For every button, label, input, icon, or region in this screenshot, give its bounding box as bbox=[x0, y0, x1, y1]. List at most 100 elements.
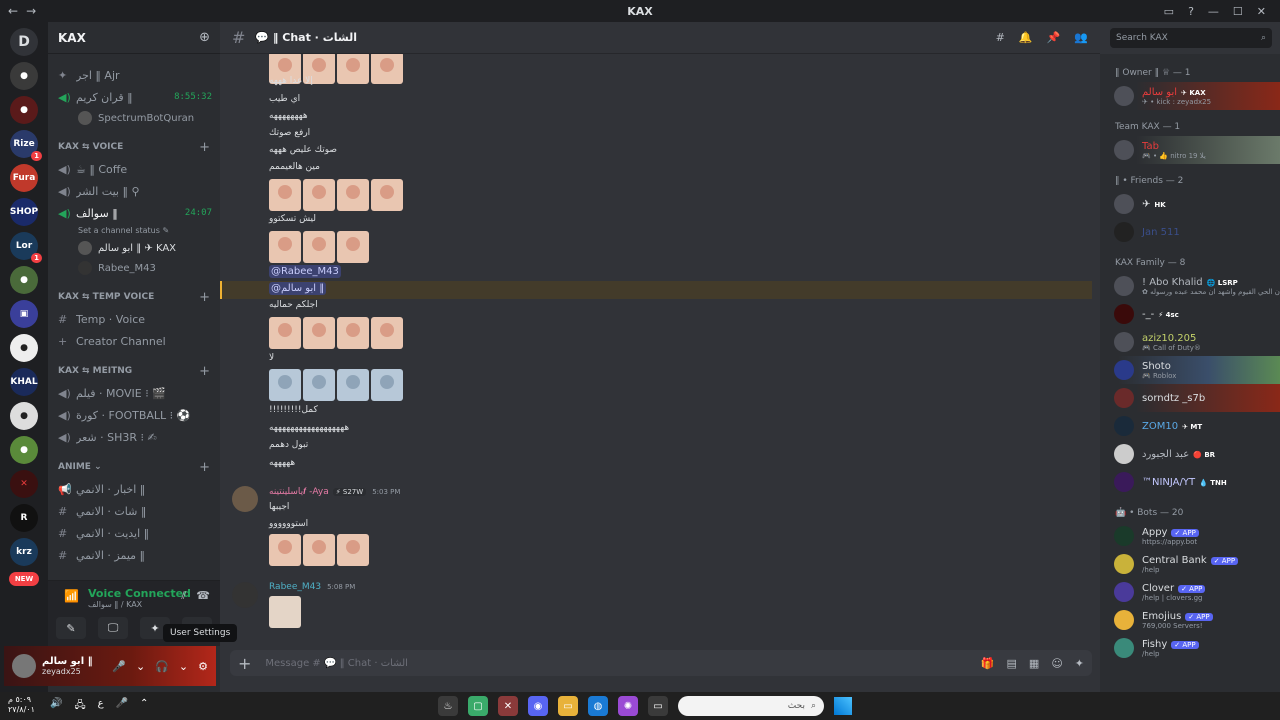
category-meeting[interactable]: KAX ⇆ MEITNG + bbox=[48, 360, 220, 382]
sticker-image[interactable] bbox=[269, 317, 301, 349]
app-icon[interactable]: ▢ bbox=[468, 696, 488, 716]
bot-row[interactable]: Emojius ✓ APP 769,000 Servers! bbox=[1100, 606, 1280, 634]
message-composer[interactable]: + Message # 💬 ‖ Chat · الشات 🎁 ▤ ▦ ☺ ✦ bbox=[230, 650, 1092, 676]
channel-quran[interactable]: ◀) قران كريم ‖ 8:55:32 bbox=[48, 86, 220, 108]
member-row[interactable]: Jan 511 bbox=[1100, 218, 1280, 246]
server-icon[interactable]: ● bbox=[10, 96, 38, 124]
minimize-button[interactable]: — bbox=[1208, 5, 1219, 18]
message-author[interactable]: Rabee_M43 5:08 PM bbox=[269, 582, 355, 592]
signal-icon[interactable]: 📶 bbox=[64, 589, 79, 603]
add-channel-icon[interactable]: + bbox=[199, 140, 210, 155]
avatar[interactable] bbox=[232, 582, 258, 608]
member-row[interactable]: ابو سالم ✈ KAX ✈ • kick : zeyadx25 bbox=[1100, 82, 1280, 110]
member-row[interactable]: Shoto 🎮 Roblox bbox=[1100, 356, 1280, 384]
member-row[interactable]: ZOM10 ✈ MT bbox=[1100, 412, 1280, 440]
channel-anime-news[interactable]: 📢 اخبار · الانمي ‖ bbox=[48, 478, 220, 500]
avatar[interactable] bbox=[232, 486, 258, 512]
bot-row[interactable]: Clover ✓ APP/help | clovers.gg bbox=[1100, 578, 1280, 606]
channel-anime-memes[interactable]: # ميمز · الانمي ‖ bbox=[48, 544, 220, 566]
channel-football[interactable]: ◀) كورة · FOOTBALL ⁝ ⚽ bbox=[48, 404, 220, 426]
steam-icon[interactable]: ♨ bbox=[438, 696, 458, 716]
attach-plus-icon[interactable]: + bbox=[238, 654, 251, 673]
message-input[interactable]: Message # 💬 ‖ Chat · الشات bbox=[265, 658, 408, 669]
sticker-image[interactable] bbox=[303, 179, 335, 211]
apps-icon[interactable]: ✦ bbox=[1075, 657, 1084, 670]
server-icon[interactable]: SHOP bbox=[10, 198, 38, 226]
server-icon[interactable]: Lor 1 bbox=[10, 232, 42, 263]
sticker-image[interactable] bbox=[303, 369, 335, 401]
add-member-icon[interactable]: ⊕ bbox=[199, 30, 210, 45]
server-icon[interactable]: Fura bbox=[10, 164, 38, 192]
sticker-image[interactable] bbox=[337, 317, 369, 349]
channel-anime-edit[interactable]: # ايديت · الانمي ‖ bbox=[48, 522, 220, 544]
message-author[interactable]: ياسلينتينه𝒇 -Aya ⚡ S27W 5:03 PM bbox=[269, 487, 400, 497]
category-temp-voice[interactable]: KAX ⇆ TEMP VOICE + bbox=[48, 286, 220, 308]
sticker-image[interactable] bbox=[337, 231, 369, 263]
sticker-image[interactable] bbox=[371, 179, 403, 211]
sticker-image[interactable] bbox=[337, 534, 369, 566]
screen-share-button[interactable]: 🖵 bbox=[98, 617, 128, 639]
server-icon[interactable]: ● bbox=[10, 334, 38, 362]
guild-header[interactable]: KAX ⊕ bbox=[48, 22, 220, 54]
bot-row[interactable]: Fishy ✓ APP/help bbox=[1100, 634, 1280, 662]
disconnect-icon[interactable]: ☎ bbox=[196, 589, 210, 603]
pin-icon[interactable]: 📌 bbox=[1047, 31, 1061, 44]
server-icon[interactable]: Rize 1 bbox=[10, 130, 42, 161]
voice-user[interactable]: ابو سالم ‖ ✈ KAX bbox=[48, 238, 220, 258]
sticker-image[interactable] bbox=[337, 179, 369, 211]
member-row[interactable]: sorndtz _s7b bbox=[1100, 384, 1280, 412]
server-icon[interactable]: krz bbox=[10, 538, 38, 566]
server-icon[interactable]: ● bbox=[10, 62, 38, 90]
member-row[interactable]: ✈ HK bbox=[1100, 190, 1280, 218]
sticker-image[interactable] bbox=[371, 54, 403, 84]
sticker-image[interactable] bbox=[303, 534, 335, 566]
bot-row[interactable]: Appy ✓ APP https://appy.bot bbox=[1100, 522, 1280, 550]
help-icon[interactable]: ? bbox=[1188, 5, 1194, 18]
voice-status-title[interactable]: Voice Connected bbox=[88, 587, 191, 600]
sticker-image[interactable] bbox=[303, 317, 335, 349]
search-input[interactable]: Search KAX ⌕ bbox=[1110, 28, 1272, 48]
inbox-icon[interactable]: ▭ bbox=[1164, 5, 1174, 18]
sticker-image[interactable] bbox=[269, 179, 301, 211]
maximize-button[interactable]: ☐ bbox=[1233, 5, 1243, 18]
sticker-image[interactable] bbox=[337, 369, 369, 401]
add-channel-icon[interactable]: + bbox=[199, 460, 210, 475]
microphone-icon[interactable]: 🎤 bbox=[116, 698, 128, 715]
emoji-icon[interactable]: ☺ bbox=[1051, 657, 1062, 670]
folder-icon[interactable]: ▣ bbox=[10, 300, 38, 328]
bot-row[interactable]: Central Bank ✓ APP/help bbox=[1100, 550, 1280, 578]
gif-icon[interactable]: ▤ bbox=[1007, 657, 1017, 670]
user-mention[interactable]: @Rabee_M43 bbox=[269, 265, 341, 278]
channel-coffe[interactable]: ◀) ☕ ‖ Coffe bbox=[48, 158, 220, 180]
member-row[interactable]: Tab 🎮 • 👍 nitro 19 يلا bbox=[1100, 136, 1280, 164]
member-row[interactable]: aziz10.205 🎮 Call of Duty® bbox=[1100, 328, 1280, 356]
chevron-down-icon[interactable]: ⌄ bbox=[179, 660, 188, 673]
gear-icon[interactable]: ⚙ bbox=[198, 660, 208, 673]
sticker-image[interactable] bbox=[337, 54, 369, 84]
user-mention[interactable]: @ابو سالم ‖ bbox=[269, 282, 327, 295]
taskbar-search-input[interactable]: بحث ⌕ bbox=[678, 696, 824, 716]
channel-movie[interactable]: ◀) فيلم · MOVIE ⁝ 🎬 bbox=[48, 382, 220, 404]
close-button[interactable]: ✕ bbox=[1257, 5, 1266, 18]
headphones-icon[interactable]: 🎧 bbox=[155, 660, 169, 673]
server-icon[interactable]: ✕ bbox=[10, 470, 38, 498]
threads-icon[interactable]: # bbox=[996, 31, 1005, 44]
channel-ajr[interactable]: ✦ اجر ‖ Ajr bbox=[48, 64, 220, 86]
user-info[interactable]: ابو سالم ‖ zeyadx25 bbox=[42, 656, 93, 676]
member-row[interactable]: ™NINJA/YT 💧 TNH bbox=[1100, 468, 1280, 496]
sticker-image[interactable] bbox=[269, 231, 301, 263]
channel-anime-chat[interactable]: # شات · الانمي ‖ bbox=[48, 500, 220, 522]
language-indicator[interactable]: ع bbox=[98, 698, 104, 715]
noise-suppression-icon[interactable]: ⫽ bbox=[181, 589, 186, 603]
file-explorer-icon[interactable]: ▭ bbox=[558, 696, 578, 716]
voice-user[interactable]: Rabee_M43 bbox=[48, 258, 220, 278]
video-off-button[interactable]: ✎ bbox=[56, 617, 86, 639]
channel-bayt-alsharr[interactable]: ◀) بيت الشر ‖ ⚲ bbox=[48, 180, 220, 202]
attached-image[interactable] bbox=[269, 596, 301, 628]
sticker-icon[interactable]: ▦ bbox=[1029, 657, 1039, 670]
sticker-image[interactable] bbox=[269, 534, 301, 566]
member-row[interactable]: عبد الجبورد 🔴 BR bbox=[1100, 440, 1280, 468]
server-icon[interactable]: R bbox=[10, 504, 38, 532]
discord-home-icon[interactable]: D bbox=[10, 28, 38, 56]
channel-temp-voice[interactable]: # Temp · Voice bbox=[48, 308, 220, 330]
